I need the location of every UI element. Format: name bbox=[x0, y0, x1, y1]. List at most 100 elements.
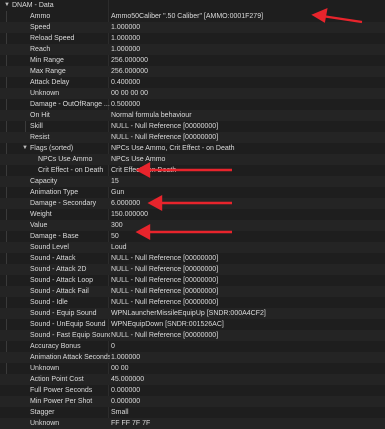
field-value[interactable]: Crit Effect - on Death bbox=[111, 165, 176, 176]
field-name: Resist bbox=[30, 134, 50, 141]
field-value[interactable]: 15 bbox=[111, 176, 119, 187]
field-name: Sound - Idle bbox=[30, 299, 68, 306]
field-name: NPCs Use Ammo bbox=[38, 156, 93, 163]
field-row-sound-attack-fail[interactable]: Sound - Attack Fail NULL - Null Referenc… bbox=[0, 286, 385, 297]
field-value[interactable]: NULL - Null Reference [00000000] bbox=[111, 297, 218, 308]
field-value[interactable]: 0.000000 bbox=[111, 385, 140, 396]
field-value[interactable]: 300 bbox=[111, 220, 123, 231]
field-name: Sound - Attack Loop bbox=[30, 277, 94, 284]
field-row-sound-attack[interactable]: Sound - Attack NULL - Null Reference [00… bbox=[0, 253, 385, 264]
field-name: Damage - Secondary bbox=[30, 200, 97, 207]
field-name: Reload Speed bbox=[30, 35, 75, 42]
field-row-min-range[interactable]: Min Range 256.000000 bbox=[0, 55, 385, 66]
field-value[interactable]: 256.000000 bbox=[111, 55, 148, 66]
field-name: Flags (sorted) bbox=[30, 145, 74, 152]
field-row-reach[interactable]: Reach 1.000000 bbox=[0, 44, 385, 55]
field-row-weight[interactable]: Weight 150.000000 bbox=[0, 209, 385, 220]
field-name: Sound - Fast Equip Sound bbox=[30, 332, 110, 339]
field-row-max-range[interactable]: Max Range 256.000000 bbox=[0, 66, 385, 77]
field-row-sound-equip[interactable]: Sound - Equip Sound WPNLauncherMissileEq… bbox=[0, 308, 385, 319]
field-row-sound-level[interactable]: Sound Level Loud bbox=[0, 242, 385, 253]
field-value[interactable]: 0.400000 bbox=[111, 77, 140, 88]
caret-down-icon[interactable]: ▼ bbox=[21, 143, 29, 154]
field-value[interactable]: FF FF 7F 7F bbox=[111, 418, 150, 429]
field-name: Max Range bbox=[30, 68, 66, 75]
field-name: Min Range bbox=[30, 57, 64, 64]
field-row-ammo[interactable]: Ammo Ammo50Caliber ".50 Caliber" [AMMO:0… bbox=[0, 11, 385, 22]
field-name: Sound - Attack 2D bbox=[30, 266, 87, 273]
field-name: Value bbox=[30, 222, 48, 229]
field-row-sound-idle[interactable]: Sound - Idle NULL - Null Reference [0000… bbox=[0, 297, 385, 308]
field-row-action-point-cost[interactable]: Action Point Cost 45.000000 bbox=[0, 374, 385, 385]
field-value[interactable]: 6.000000 bbox=[111, 198, 140, 209]
field-row-sound-attack-2d[interactable]: Sound - Attack 2D NULL - Null Reference … bbox=[0, 264, 385, 275]
field-row-full-power-seconds[interactable]: Full Power Seconds 0.000000 bbox=[0, 385, 385, 396]
field-value[interactable]: Loud bbox=[111, 242, 127, 253]
field-row-stagger[interactable]: Stagger Small bbox=[0, 407, 385, 418]
field-value[interactable]: 1.000000 bbox=[111, 22, 140, 33]
field-value[interactable]: NPCs Use Ammo, Crit Effect - on Death bbox=[111, 143, 235, 154]
field-value[interactable]: Gun bbox=[111, 187, 124, 198]
field-row-unknown[interactable]: Unknown 00 00 00 00 bbox=[0, 88, 385, 99]
field-row-capacity[interactable]: Capacity 15 bbox=[0, 176, 385, 187]
field-row-flags[interactable]: ▼ Flags (sorted) NPCs Use Ammo, Crit Eff… bbox=[0, 143, 385, 154]
field-row-accuracy-bonus[interactable]: Accuracy Bonus 0 bbox=[0, 341, 385, 352]
field-name: Speed bbox=[30, 24, 51, 31]
field-value[interactable]: 0 bbox=[111, 341, 115, 352]
field-row-sound-fast-equip[interactable]: Sound - Fast Equip Sound NULL - Null Ref… bbox=[0, 330, 385, 341]
field-name: Sound - Attack Fail bbox=[30, 288, 89, 295]
record-tree: ▼ DNAM - Data Ammo Ammo50Caliber ".50 Ca… bbox=[0, 0, 385, 429]
field-name: Unknown bbox=[30, 90, 60, 97]
field-value[interactable]: 1.000000 bbox=[111, 33, 140, 44]
field-row-sound-attack-loop[interactable]: Sound - Attack Loop NULL - Null Referenc… bbox=[0, 275, 385, 286]
flag-row-npcs-use-ammo[interactable]: NPCs Use Ammo NPCs Use Ammo bbox=[0, 154, 385, 165]
field-value[interactable]: NULL - Null Reference [00000000] bbox=[111, 132, 218, 143]
field-value[interactable]: Normal formula behaviour bbox=[111, 110, 192, 121]
field-row-value[interactable]: Value 300 bbox=[0, 220, 385, 231]
dnam-group-header[interactable]: ▼ DNAM - Data bbox=[0, 0, 385, 11]
field-row-on-hit[interactable]: On Hit Normal formula behaviour bbox=[0, 110, 385, 121]
field-row-damage-out-of-range[interactable]: Damage - OutOfRange ... 0.500000 bbox=[0, 99, 385, 110]
field-row-min-power-per-shot[interactable]: Min Power Per Shot 0.000000 bbox=[0, 396, 385, 407]
field-name: Damage - Base bbox=[30, 233, 79, 240]
caret-down-icon[interactable]: ▼ bbox=[3, 0, 11, 11]
field-row-animation-attack-seconds[interactable]: Animation Attack Seconds 1.000000 bbox=[0, 352, 385, 363]
field-row-attack-delay[interactable]: Attack Delay 0.400000 bbox=[0, 77, 385, 88]
field-row-damage-base[interactable]: Damage - Base 50 bbox=[0, 231, 385, 242]
field-value[interactable]: WPNLauncherMissileEquipUp [SNDR:000A4CF2… bbox=[111, 308, 266, 319]
field-value[interactable]: 00 00 00 00 bbox=[111, 88, 148, 99]
field-value[interactable]: Ammo50Caliber ".50 Caliber" [AMMO:0001F2… bbox=[111, 11, 263, 22]
field-value[interactable]: WPNEquipDown [SNDR:001526AC] bbox=[111, 319, 224, 330]
field-value[interactable]: NULL - Null Reference [00000000] bbox=[111, 264, 218, 275]
field-name: Weight bbox=[30, 211, 52, 218]
field-value[interactable]: NULL - Null Reference [00000000] bbox=[111, 253, 218, 264]
field-name: Full Power Seconds bbox=[30, 387, 93, 394]
field-value[interactable]: NULL - Null Reference [00000000] bbox=[111, 121, 218, 132]
field-row-reload-speed[interactable]: Reload Speed 1.000000 bbox=[0, 33, 385, 44]
field-value[interactable]: 1.000000 bbox=[111, 352, 140, 363]
field-value[interactable]: 00 00 bbox=[111, 363, 129, 374]
field-row-unknown-3[interactable]: Unknown FF FF 7F 7F bbox=[0, 418, 385, 429]
field-value[interactable]: 256.000000 bbox=[111, 66, 148, 77]
field-value[interactable]: 0.000000 bbox=[111, 396, 140, 407]
field-value[interactable]: Small bbox=[111, 407, 129, 418]
flag-row-crit-effect[interactable]: Crit Effect - on Death Crit Effect - on … bbox=[0, 165, 385, 176]
field-value[interactable]: NULL - Null Reference [00000000] bbox=[111, 330, 218, 341]
field-row-resist[interactable]: Resist NULL - Null Reference [00000000] bbox=[0, 132, 385, 143]
field-name: Animation Type bbox=[30, 189, 79, 196]
field-value[interactable]: NULL - Null Reference [00000000] bbox=[111, 275, 218, 286]
field-row-sound-unequip[interactable]: Sound - UnEquip Sound WPNEquipDown [SNDR… bbox=[0, 319, 385, 330]
field-value[interactable]: 0.500000 bbox=[111, 99, 140, 110]
field-row-speed[interactable]: Speed 1.000000 bbox=[0, 22, 385, 33]
field-value[interactable]: NPCs Use Ammo bbox=[111, 154, 165, 165]
field-row-unknown-2[interactable]: Unknown 00 00 bbox=[0, 363, 385, 374]
field-row-damage-secondary[interactable]: Damage - Secondary 6.000000 bbox=[0, 198, 385, 209]
field-row-animation-type[interactable]: Animation Type Gun bbox=[0, 187, 385, 198]
field-value[interactable]: 150.000000 bbox=[111, 209, 148, 220]
field-value[interactable]: NULL - Null Reference [00000000] bbox=[111, 286, 218, 297]
field-value[interactable]: 50 bbox=[111, 231, 119, 242]
field-name: Sound Level bbox=[30, 244, 69, 251]
field-row-skill[interactable]: Skill NULL - Null Reference [00000000] bbox=[0, 121, 385, 132]
field-value[interactable]: 45.000000 bbox=[111, 374, 144, 385]
field-value[interactable]: 1.000000 bbox=[111, 44, 140, 55]
